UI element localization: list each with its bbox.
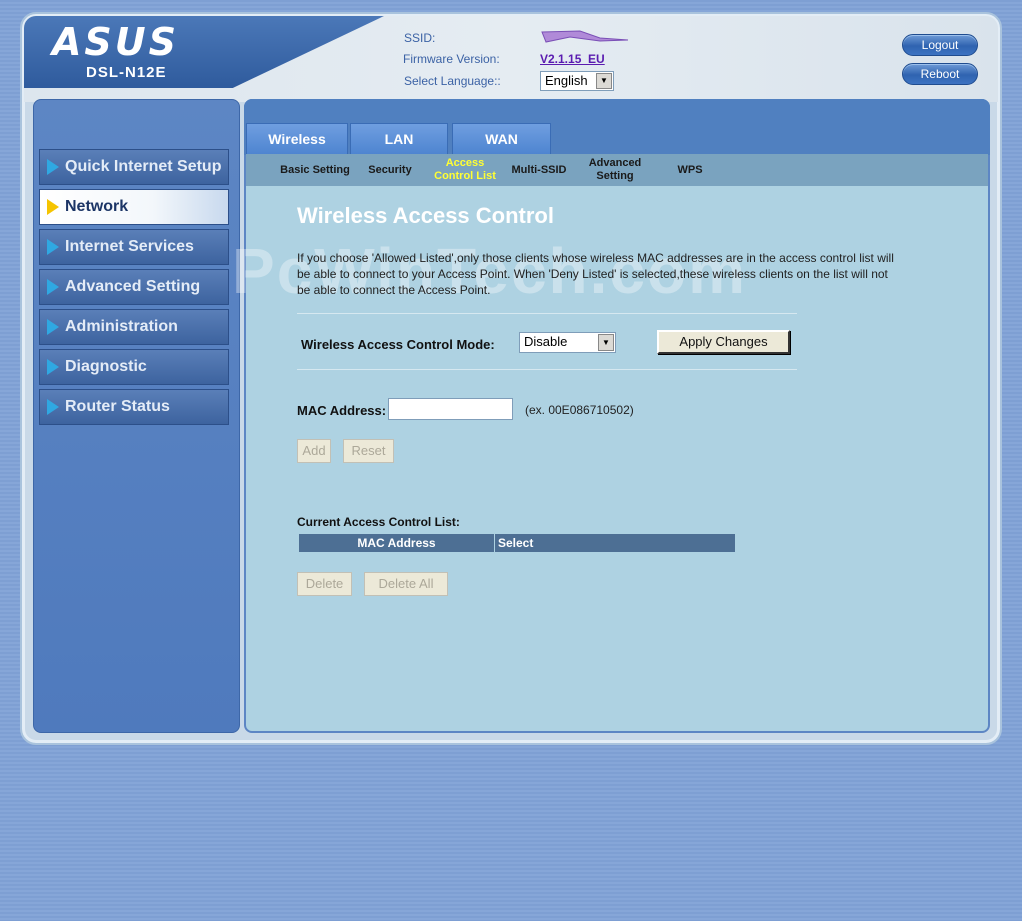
mac-address-hint: (ex. 00E086710502) xyxy=(525,403,634,417)
sidebar-item-internet-services[interactable]: Internet Services xyxy=(39,229,229,265)
reboot-button[interactable]: Reboot xyxy=(902,63,978,85)
sidebar-item-diagnostic[interactable]: Diagnostic xyxy=(39,349,229,385)
asus-logo: ASUS xyxy=(52,20,180,64)
subnav-wps[interactable]: WPS xyxy=(668,154,712,186)
sidebar-item-label: Internet Services xyxy=(65,238,194,255)
reset-button[interactable]: Reset xyxy=(343,439,394,463)
dropdown-arrow-icon: ▼ xyxy=(596,73,612,89)
arrow-icon xyxy=(47,199,59,215)
add-button[interactable]: Add xyxy=(297,439,331,463)
sidebar-item-quick-internet-setup[interactable]: Quick Internet Setup xyxy=(39,149,229,185)
list-title: Current Access Control List: xyxy=(297,515,460,529)
delete-button[interactable]: Delete xyxy=(297,572,352,596)
dropdown-arrow-icon: ▼ xyxy=(598,334,614,351)
sidebar-item-label: Network xyxy=(65,198,129,215)
table-header-mac-address: MAC Address xyxy=(299,534,494,552)
tab-lan[interactable]: LAN xyxy=(350,123,448,155)
mode-select-value: Disable xyxy=(524,334,568,349)
subnav-multi-ssid[interactable]: Multi-SSID xyxy=(508,154,570,186)
subnav-access-control-list[interactable]: Access Control List xyxy=(430,154,500,186)
subnav-basic-setting[interactable]: Basic Setting xyxy=(276,154,354,186)
arrow-icon xyxy=(47,399,59,415)
divider xyxy=(297,369,797,370)
subnav-advanced-setting[interactable]: Advanced Setting xyxy=(580,154,650,186)
sidebar-item-label: Router Status xyxy=(65,398,170,415)
sidebar-item-router-status[interactable]: Router Status xyxy=(39,389,229,425)
delete-all-button[interactable]: Delete All xyxy=(364,572,448,596)
divider xyxy=(297,313,797,314)
arrow-icon xyxy=(47,319,59,335)
mode-label: Wireless Access Control Mode: xyxy=(301,337,495,352)
subnav-security[interactable]: Security xyxy=(362,154,418,186)
table-header-select: Select xyxy=(495,534,735,552)
language-select[interactable]: English ▼ xyxy=(540,71,614,91)
firmware-version-link[interactable]: V2.1.15_EU xyxy=(540,52,605,66)
language-label: Select Language:: xyxy=(404,74,501,88)
firmware-label: Firmware Version: xyxy=(403,52,500,66)
tab-wan[interactable]: WAN xyxy=(452,123,551,155)
sidebar-item-label: Diagnostic xyxy=(65,358,147,375)
arrow-icon xyxy=(47,279,59,295)
logout-button[interactable]: Logout xyxy=(902,34,978,56)
mac-address-input[interactable] xyxy=(388,398,513,420)
apply-changes-button[interactable]: Apply Changes xyxy=(657,330,790,354)
sidebar-item-label: Advanced Setting xyxy=(65,278,201,295)
page-title: Wireless Access Control xyxy=(297,203,554,228)
sidebar-item-label: Quick Internet Setup xyxy=(65,158,222,175)
language-select-value: English xyxy=(545,73,588,88)
arrow-icon xyxy=(47,239,59,255)
ssid-value-image xyxy=(541,30,629,43)
model-name: DSL-N12E xyxy=(86,64,167,81)
page-description: If you choose 'Allowed Listed',only thos… xyxy=(297,251,894,297)
sidebar-item-label: Administration xyxy=(65,318,178,335)
sidebar-item-network[interactable]: Network xyxy=(39,189,229,225)
sidebar-item-administration[interactable]: Administration xyxy=(39,309,229,345)
arrow-icon xyxy=(47,159,59,175)
mac-address-label: MAC Address: xyxy=(297,403,387,418)
sidebar-item-advanced-setting[interactable]: Advanced Setting xyxy=(39,269,229,305)
ssid-label: SSID: xyxy=(404,31,436,45)
mode-select[interactable]: Disable ▼ xyxy=(519,332,616,353)
arrow-icon xyxy=(47,359,59,375)
tab-wireless[interactable]: Wireless xyxy=(246,123,348,155)
